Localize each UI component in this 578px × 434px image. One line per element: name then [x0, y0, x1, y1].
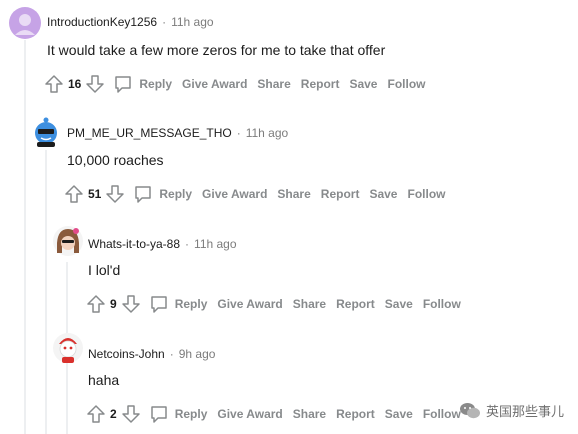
downvote-icon[interactable] [85, 74, 105, 94]
follow-button[interactable]: Follow [423, 407, 461, 421]
wechat-icon [459, 402, 480, 418]
username[interactable]: Whats-it-to-ya-88 [88, 237, 180, 251]
report-button[interactable]: Report [321, 187, 360, 201]
comment-actions: 51 Reply Give Award Share Report Save Fo… [64, 182, 445, 206]
comment-header: Netcoins-John · 9h ago [88, 347, 215, 361]
comment-icon [150, 406, 167, 423]
reply-button[interactable]: Reply [113, 74, 172, 94]
report-button[interactable]: Report [336, 407, 375, 421]
share-button[interactable]: Share [293, 297, 326, 311]
comment-text: I lol'd [88, 262, 121, 278]
watermark: 英国那些事儿 [459, 401, 564, 420]
give-award-button[interactable]: Give Award [217, 297, 282, 311]
username[interactable]: Netcoins-John [88, 347, 165, 361]
comment-text: haha [88, 372, 120, 388]
follow-button[interactable]: Follow [423, 297, 461, 311]
downvote-icon[interactable] [121, 404, 141, 424]
comment-icon [135, 186, 152, 203]
upvote-icon[interactable] [64, 184, 84, 204]
report-button[interactable]: Report [301, 77, 340, 91]
timestamp[interactable]: 11h ago [246, 126, 289, 140]
reply-button[interactable]: Reply [133, 184, 192, 204]
save-button[interactable]: Save [349, 77, 377, 91]
give-award-button[interactable]: Give Award [182, 77, 247, 91]
timestamp[interactable]: 9h ago [179, 347, 216, 361]
upvote-icon[interactable] [86, 404, 106, 424]
give-award-button[interactable]: Give Award [202, 187, 267, 201]
separator-dot: · [236, 126, 241, 140]
reply-label: Reply [139, 77, 173, 91]
vote-score: 9 [110, 297, 117, 311]
comment-header: PM_ME_UR_MESSAGE_THO · 11h ago [67, 126, 288, 140]
reply-label: Reply [174, 297, 208, 311]
comment-actions: 2 Reply Give Award Share Report Save Fol… [86, 402, 461, 426]
reply-label: Reply [159, 187, 193, 201]
separator-dot: · [169, 347, 174, 361]
comment-actions: 16 Reply Give Award Share Report Save Fo… [44, 72, 425, 96]
comment-icon [150, 296, 167, 313]
upvote-icon[interactable] [86, 294, 106, 314]
comment-1: IntroductionKey1256 · 11h ago It would t… [0, 0, 578, 110]
watermark-text: 英国那些事儿 [485, 404, 564, 419]
comment-text: It would take a few more zeros for me to… [47, 42, 386, 58]
timestamp[interactable]: 11h ago [194, 237, 237, 251]
report-button[interactable]: Report [336, 297, 375, 311]
save-button[interactable]: Save [385, 297, 413, 311]
upvote-icon[interactable] [44, 74, 64, 94]
avatar-icon[interactable] [9, 7, 41, 39]
avatar-icon[interactable] [30, 115, 62, 147]
downvote-icon[interactable] [121, 294, 141, 314]
avatar-icon[interactable] [52, 225, 84, 257]
give-award-button[interactable]: Give Award [217, 407, 282, 421]
timestamp[interactable]: 11h ago [171, 15, 214, 29]
comment-3: Whats-it-to-ya-88 · 11h ago I lol'd 9 Re… [0, 220, 578, 330]
save-button[interactable]: Save [369, 187, 397, 201]
comment-text: 10,000 roaches [67, 152, 164, 168]
reply-label: Reply [174, 407, 208, 421]
username[interactable]: IntroductionKey1256 [47, 15, 157, 29]
downvote-icon[interactable] [105, 184, 125, 204]
reply-button[interactable]: Reply [149, 294, 208, 314]
follow-button[interactable]: Follow [387, 77, 425, 91]
avatar-icon[interactable] [52, 332, 84, 364]
comment-header: Whats-it-to-ya-88 · 11h ago [88, 237, 237, 251]
comment-2: PM_ME_UR_MESSAGE_THO · 11h ago 10,000 ro… [0, 110, 578, 220]
reply-button[interactable]: Reply [149, 404, 208, 424]
save-button[interactable]: Save [385, 407, 413, 421]
username[interactable]: PM_ME_UR_MESSAGE_THO [67, 126, 232, 140]
share-button[interactable]: Share [293, 407, 326, 421]
share-button[interactable]: Share [257, 77, 290, 91]
comment-icon [115, 76, 132, 93]
follow-button[interactable]: Follow [407, 187, 445, 201]
share-button[interactable]: Share [277, 187, 310, 201]
separator-dot: · [185, 237, 190, 251]
vote-score: 2 [110, 407, 117, 421]
separator-dot: · [162, 15, 167, 29]
vote-score: 51 [88, 187, 102, 201]
comment-header: IntroductionKey1256 · 11h ago [47, 15, 214, 29]
vote-score: 16 [68, 77, 82, 91]
comment-actions: 9 Reply Give Award Share Report Save Fol… [86, 292, 461, 316]
